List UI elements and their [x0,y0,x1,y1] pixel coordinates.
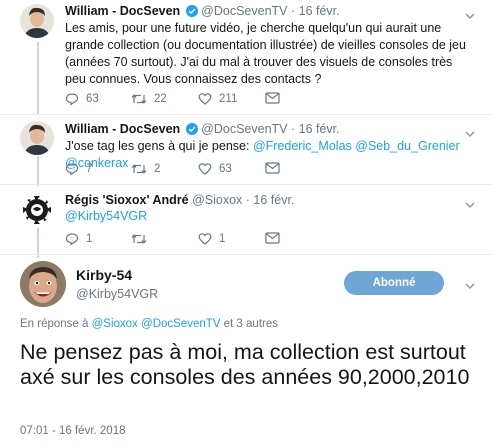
retweet-button[interactable]: 22 [131,92,167,106]
reply-button[interactable]: 7 [65,162,92,176]
separator [0,184,493,185]
reply-count: 63 [86,93,99,105]
author-name[interactable]: William - DocSeven [65,122,180,136]
tweet-text-prefix: J'ose tag les gens à qui je pense: [65,139,253,153]
chevron-down-icon[interactable] [465,197,475,209]
reply-button[interactable]: 1 [65,232,92,246]
envelope-icon [265,92,280,104]
avatar[interactable] [20,121,54,155]
retweet-button[interactable] [131,232,154,246]
avatar[interactable] [20,261,66,307]
tweet-text: Les amis, pour une future vidéo, je cher… [65,21,466,86]
direct-message-button[interactable] [265,162,280,174]
like-count: 63 [219,163,232,175]
reply-count: 1 [86,233,93,245]
author-handle[interactable]: @Sioxox [192,193,242,207]
avatar[interactable] [20,4,54,38]
avatar[interactable] [20,193,54,227]
reply-count: 7 [86,163,93,175]
envelope-icon [265,162,280,174]
tweet-text: Ne pensez pas à moi, ma collection est s… [20,340,470,389]
reply-icon [65,92,79,106]
mention-link[interactable]: @DocSevenTV [141,318,220,330]
author-name[interactable]: Kirby-54 [76,267,132,283]
reply-button[interactable]: 63 [65,92,99,106]
tweet-header: William - DocSeven @DocSevenTV · 16 févr… [65,122,340,138]
reply-suffix[interactable]: et 3 autres [220,318,278,330]
tweet-header: William - DocSeven @DocSevenTV · 16 févr… [65,4,340,20]
mention-link[interactable]: @Kirby54VGR [65,209,147,223]
thread-line [37,156,39,186]
retweet-count: 22 [154,93,167,105]
like-count: 1 [219,233,226,245]
heart-icon [198,162,212,176]
verified-badge-icon [185,123,198,138]
separator [0,114,493,115]
mention-link[interactable]: @Sioxox [92,318,138,330]
direct-message-button[interactable] [265,232,280,244]
follow-button[interactable]: Abonné [344,271,444,295]
chevron-down-icon[interactable] [465,8,475,20]
mention-link[interactable]: @Frederic_Molas [253,139,352,153]
reply-prefix: En réponse à [20,318,92,330]
direct-message-button[interactable] [265,92,280,104]
envelope-icon [265,232,280,244]
tweet-header: Régis 'Sioxox' André @Sioxox · 16 févr. [65,193,294,207]
retweet-count: 2 [154,163,161,175]
retweet-icon [131,232,147,246]
retweet-button[interactable]: 2 [131,162,160,176]
thread-line [37,42,39,114]
chevron-down-icon[interactable] [465,126,475,138]
author-handle[interactable]: @Kirby54VGR [76,287,158,301]
author-handle[interactable]: @DocSevenTV [201,122,287,136]
like-button[interactable]: 1 [198,232,225,246]
retweet-icon [131,92,147,106]
tweet-date[interactable]: · 16 févr. [291,122,340,136]
like-button[interactable]: 63 [198,162,232,176]
mention-link[interactable]: @Seb_du_Grenier [355,139,459,153]
reply-icon [65,232,79,246]
tweet-date[interactable]: · 16 févr. [246,193,295,207]
separator [0,254,493,255]
author-name[interactable]: William - DocSeven [65,4,180,18]
chevron-down-icon[interactable] [465,278,475,290]
verified-badge-icon [185,5,198,20]
tweet-date[interactable]: · 16 févr. [291,4,340,18]
reply-icon [65,162,79,176]
reply-context: En réponse à @Sioxox @DocSevenTV et 3 au… [20,318,278,330]
tweet-text: @Kirby54VGR [65,208,475,225]
like-count: 211 [219,93,238,105]
author-handle[interactable]: @DocSevenTV [201,4,287,18]
retweet-icon [131,162,147,176]
heart-icon [198,232,212,246]
like-button[interactable]: 211 [198,92,237,106]
heart-icon [198,92,212,106]
timestamp[interactable]: 07:01 - 16 févr. 2018 [20,425,126,437]
author-name[interactable]: Régis 'Sioxox' André [65,193,189,207]
